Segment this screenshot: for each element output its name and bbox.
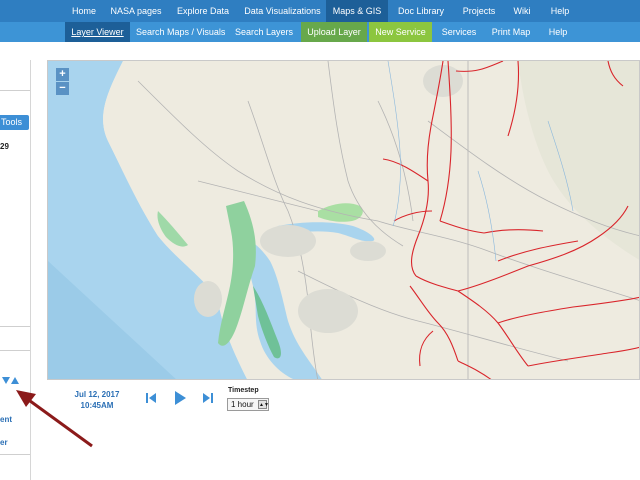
subnav-layer-viewer[interactable]: Layer Viewer	[65, 22, 130, 42]
timestep-select[interactable]: 1 hour ▲▼	[227, 398, 269, 411]
play-icon[interactable]	[173, 389, 187, 407]
nav-home[interactable]: Home	[64, 0, 104, 22]
panel-divider	[0, 326, 30, 327]
panel-divider	[0, 90, 30, 91]
panel-link-1[interactable]: ent	[0, 415, 12, 424]
subnav-services[interactable]: Services	[438, 22, 480, 42]
skip-back-icon[interactable]	[145, 391, 157, 405]
map-view[interactable]: + −	[47, 60, 640, 380]
nav-projects[interactable]: Projects	[458, 0, 500, 22]
nav-help[interactable]: Help	[544, 0, 576, 22]
panel-divider	[0, 454, 30, 455]
subnav-help[interactable]: Help	[544, 22, 572, 42]
nav-maps-gis[interactable]: Maps & GIS	[326, 0, 388, 22]
move-down-arrow-icon[interactable]	[2, 377, 10, 384]
main-nav: Home NASA pages Explore Data Data Visual…	[0, 0, 640, 22]
basemap	[48, 61, 639, 379]
timestep-label: Timestep	[228, 387, 259, 394]
layer-count-text: 29	[0, 142, 9, 151]
subnav-print-map[interactable]: Print Map	[488, 22, 534, 42]
move-up-arrow-icon[interactable]	[11, 377, 19, 384]
nav-doc-library[interactable]: Doc Library	[394, 0, 448, 22]
nav-explore-data[interactable]: Explore Data	[174, 0, 232, 22]
subnav-search-layers[interactable]: Search Layers	[233, 22, 295, 42]
panel-divider	[0, 350, 30, 351]
subnav-search-maps-visuals[interactable]: Search Maps / Visuals	[136, 22, 225, 42]
panel-link-2[interactable]: er	[0, 438, 8, 447]
subnav-new-service[interactable]: New Service	[369, 22, 432, 42]
subnav-layer-viewer-label: Layer Viewer	[71, 27, 124, 37]
nav-nasa-pages[interactable]: NASA pages	[109, 0, 163, 22]
sub-nav: Layer Viewer Search Maps / Visuals Searc…	[0, 22, 640, 42]
nav-data-visualizations[interactable]: Data Visualizations	[244, 0, 321, 22]
zoom-in-button[interactable]: +	[56, 68, 69, 81]
zoom-out-button[interactable]: −	[56, 82, 69, 95]
nav-wiki[interactable]: Wiki	[508, 0, 536, 22]
skip-forward-icon[interactable]	[202, 391, 214, 405]
current-time-text: 10:45AM	[80, 401, 114, 410]
current-time: Jul 12, 2017 10:45AM	[62, 389, 132, 411]
tools-button[interactable]: Tools	[0, 115, 29, 130]
dropdown-arrow-icon: ▲▼	[258, 400, 269, 409]
timestep-value: 1 hour	[231, 400, 254, 409]
current-date-text: Jul 12, 2017	[74, 390, 120, 399]
subnav-upload-layer[interactable]: Upload Layer	[301, 22, 367, 42]
